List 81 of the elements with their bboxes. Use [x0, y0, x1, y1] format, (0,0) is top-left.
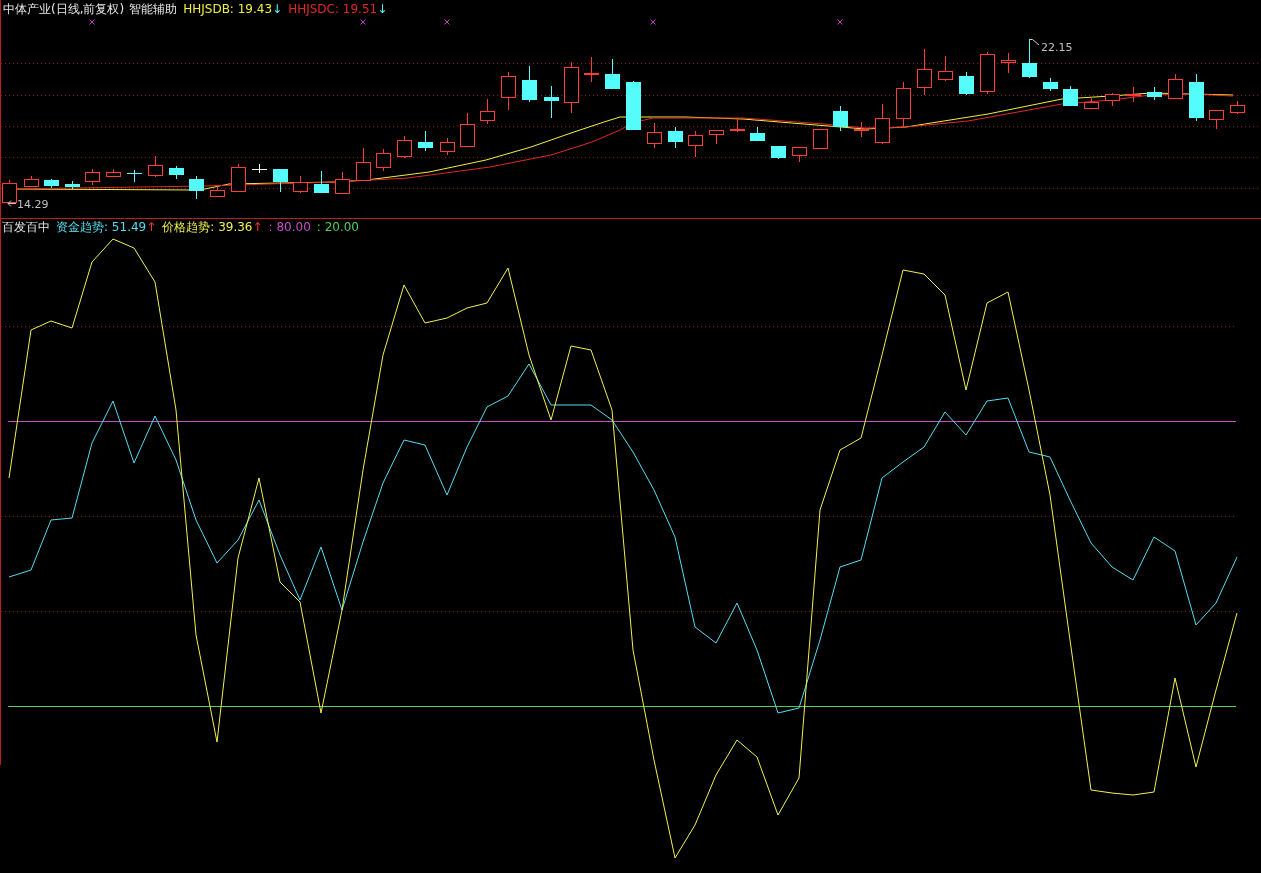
candlestick: [148, 155, 163, 178]
left-arrow-icon: [7, 200, 17, 207]
cross-mark-icon: [837, 19, 843, 25]
indicator-value: HHJSDC: 19.51: [288, 1, 378, 17]
candlestick: [668, 126, 683, 149]
candlestick: [1209, 110, 1224, 130]
indicator-value: 价格趋势: 39.36: [162, 220, 253, 235]
candlestick: [356, 147, 371, 181]
candlestick: [522, 65, 537, 103]
candlestick: [418, 130, 433, 152]
indicator-value: : 20.00: [316, 220, 359, 235]
cross-mark-icon: [650, 19, 656, 25]
candlestick: [293, 175, 308, 194]
candlestick: [169, 165, 184, 180]
candlestick: [1022, 38, 1037, 79]
price-label: 22.15: [1041, 41, 1073, 54]
candlestick: [688, 130, 703, 158]
indicator-value: 资金趋势: 51.49: [56, 220, 147, 235]
trend-arrow: ↑: [146, 220, 157, 235]
candlestick: [501, 71, 516, 111]
candlestick: [1105, 92, 1120, 107]
candlestick: [792, 147, 807, 163]
candlestick: [709, 130, 724, 145]
candlestick: [544, 85, 559, 119]
candlestick: [480, 98, 495, 125]
candlestick: [896, 81, 911, 129]
candlestick: [584, 56, 599, 83]
candlestick: [1147, 86, 1162, 101]
candlestick: [980, 51, 995, 95]
indicator-name: 百发百中: [2, 220, 50, 235]
candlestick: [189, 175, 204, 200]
candlestick: [730, 117, 745, 133]
leader-line: [1029, 39, 1040, 46]
candlestick: [335, 171, 350, 194]
indicator-value: : 80.00: [268, 220, 311, 235]
candlestick: [1084, 96, 1099, 110]
indicator-name: 智能辅助: [129, 1, 178, 17]
candlestick: [231, 163, 246, 192]
candlestick: [605, 58, 620, 90]
candlestick: [1126, 86, 1141, 103]
candlestick: [65, 180, 80, 190]
trend-arrow: ↓: [377, 1, 388, 17]
candlestick: [314, 170, 329, 194]
candlestick: [210, 184, 225, 197]
candlestick: [1043, 77, 1058, 92]
trend-arrow: ↑: [252, 220, 263, 235]
indicator-value: HHJSDB: 19.43: [183, 1, 273, 17]
candlestick: [917, 48, 932, 96]
candlestick: [959, 71, 974, 96]
cross-mark-icon: [360, 19, 366, 25]
candlestick: [564, 61, 579, 114]
candlestick: [251, 163, 268, 174]
candlestick: [440, 137, 455, 156]
candlestick: [85, 168, 100, 186]
candlestick: [460, 112, 475, 147]
candlestick: [813, 129, 828, 150]
price-label: 14.29: [17, 198, 49, 211]
candlestick: [854, 121, 869, 138]
candlestick: [106, 168, 121, 178]
cross-mark-icon: [444, 19, 450, 25]
candlestick: [376, 148, 391, 172]
candlestick: [875, 103, 890, 145]
candlestick: [1230, 100, 1245, 115]
candlestick: [626, 80, 641, 131]
candlestick: [127, 169, 142, 183]
chart-title: 中体产业(日线,前复权): [3, 1, 125, 17]
candlestick: [44, 178, 59, 189]
candlestick: [771, 145, 786, 160]
candlestick: [1189, 73, 1204, 122]
candlestick: [1168, 73, 1183, 100]
candlestick: [1063, 85, 1078, 107]
candlestick: [1001, 52, 1016, 74]
candlestick: [273, 168, 288, 193]
trend-arrow: ↓: [272, 1, 283, 17]
cross-mark-icon: [89, 19, 95, 25]
candlestick: [647, 122, 662, 149]
candlestick: [833, 105, 848, 132]
candlestick: [397, 135, 412, 159]
candlestick: [750, 126, 765, 142]
candlestick: [938, 55, 953, 82]
candlestick: [24, 175, 39, 188]
